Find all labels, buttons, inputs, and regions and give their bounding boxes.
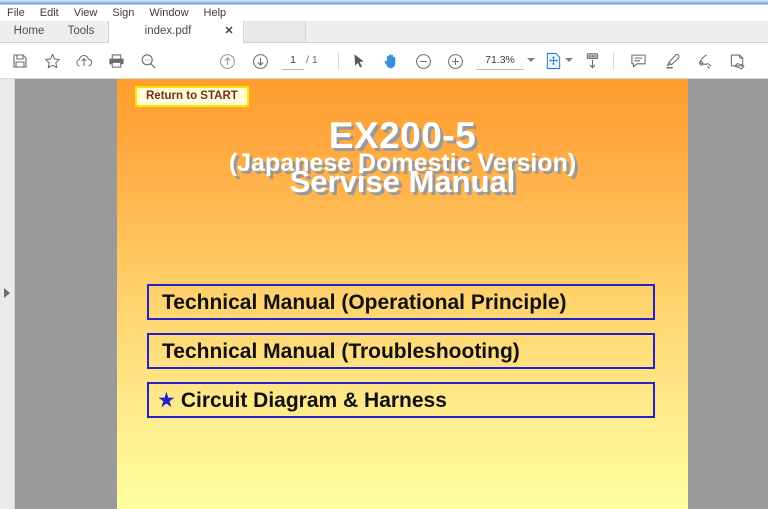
page-down-icon[interactable]: [248, 49, 272, 73]
tab-tools[interactable]: Tools: [58, 21, 104, 42]
pdf-page: Return to START EX200-5 (Japanese Domest…: [117, 79, 688, 509]
chevron-down-icon-zoom[interactable]: [527, 58, 535, 62]
zoom-in-icon[interactable]: [443, 49, 467, 73]
link-label-1: Technical Manual (Operational Principle): [162, 290, 567, 314]
menu-bar: File Edit View Sign Window Help: [0, 5, 768, 21]
menu-item-view[interactable]: View: [74, 5, 98, 21]
menu-item-file[interactable]: File: [7, 5, 25, 21]
star-icon[interactable]: [40, 49, 64, 73]
link-technical-manual-operational-principle[interactable]: Technical Manual (Operational Principle): [147, 284, 655, 320]
tab-document[interactable]: index.pdf ✕: [108, 21, 244, 43]
link-circuit-diagram-and-harness[interactable]: ★ Circuit Diagram & Harness: [147, 382, 655, 418]
menu-item-window[interactable]: Window: [149, 5, 188, 21]
star-bullet-icon-3: ★: [157, 388, 176, 412]
fit-page-icon[interactable]: [541, 49, 565, 73]
page-title-line-1: EX200-5: [328, 115, 477, 156]
page-number-input[interactable]: 1: [282, 52, 304, 70]
expand-pane-icon[interactable]: [4, 288, 10, 298]
tab-home[interactable]: Home: [6, 21, 52, 42]
print-icon[interactable]: [104, 49, 128, 73]
pdf-reader-window: File Edit View Sign Window Help Home Too…: [0, 0, 768, 509]
return-to-start-button[interactable]: Return to START: [135, 86, 249, 107]
document-viewport[interactable]: Return to START EX200-5 (Japanese Domest…: [15, 79, 768, 509]
chevron-down-icon-fit[interactable]: [565, 58, 573, 62]
cloud-upload-icon[interactable]: [72, 49, 96, 73]
scroll-mode-icon[interactable]: [580, 49, 604, 73]
sign-icon[interactable]: [692, 49, 716, 73]
select-cursor-icon[interactable]: [347, 49, 371, 73]
link-label-2: Technical Manual (Troubleshooting): [162, 339, 520, 363]
save-icon[interactable]: [8, 49, 32, 73]
tab-strip-filler: [245, 21, 306, 42]
toolbar-divider-1: [338, 52, 339, 70]
toolbar: 1 / 1 71.3%: [0, 43, 768, 79]
hand-tool-icon[interactable]: [379, 49, 403, 73]
link-technical-manual-troubleshooting[interactable]: Technical Manual (Troubleshooting): [147, 333, 655, 369]
page-total-label: / 1: [306, 54, 318, 66]
search-icon[interactable]: [136, 49, 160, 73]
comment-icon[interactable]: [626, 49, 650, 73]
menu-item-edit[interactable]: Edit: [40, 5, 59, 21]
zoom-level-input[interactable]: 71.3%: [476, 52, 524, 70]
page-up-icon[interactable]: [215, 49, 239, 73]
toolbar-divider-2: [613, 52, 614, 70]
highlight-icon[interactable]: [660, 49, 684, 73]
stamp-icon[interactable]: [726, 49, 750, 73]
document-link-list: Technical Manual (Operational Principle)…: [147, 284, 655, 431]
tab-strip: Home Tools index.pdf ✕: [0, 21, 768, 43]
page-title-line-2: (Japanese Domestic Version): [228, 149, 577, 177]
document-title-block: EX200-5 (Japanese Domestic Version) Serv…: [117, 117, 688, 197]
page-title-line-3: Servise Manual: [289, 164, 516, 199]
close-icon[interactable]: ✕: [223, 25, 235, 37]
menu-item-sign[interactable]: Sign: [112, 5, 134, 21]
navigation-pane-rail: [0, 79, 15, 509]
link-label-3: Circuit Diagram & Harness: [180, 388, 447, 412]
zoom-out-icon[interactable]: [411, 49, 435, 73]
menu-item-help[interactable]: Help: [204, 5, 227, 21]
